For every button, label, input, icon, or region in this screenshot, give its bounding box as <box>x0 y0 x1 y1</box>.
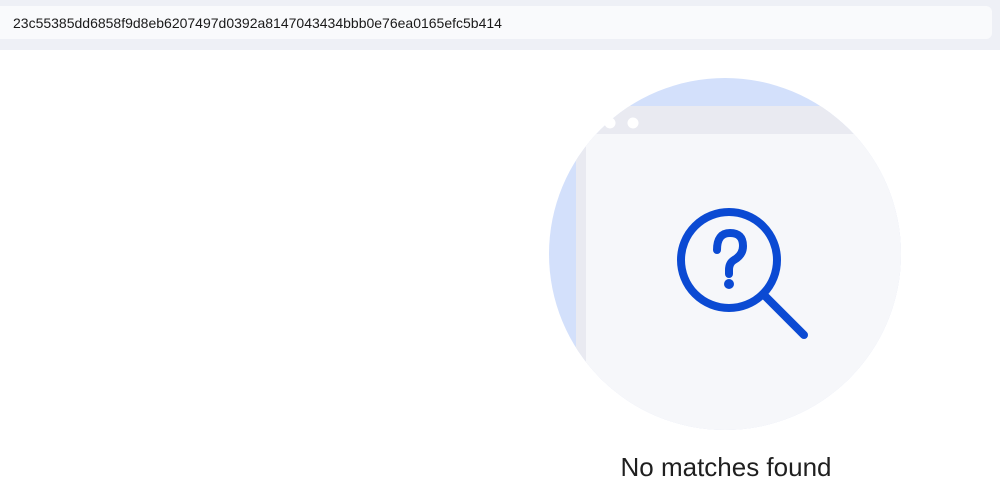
search-bar <box>0 0 1000 50</box>
search-input[interactable] <box>0 6 973 39</box>
window-dot-icon <box>604 117 616 129</box>
search-box[interactable] <box>0 6 992 39</box>
window-dot-icon <box>627 117 639 129</box>
empty-state-title: No matches found <box>620 452 832 482</box>
no-results-illustration <box>545 74 907 436</box>
